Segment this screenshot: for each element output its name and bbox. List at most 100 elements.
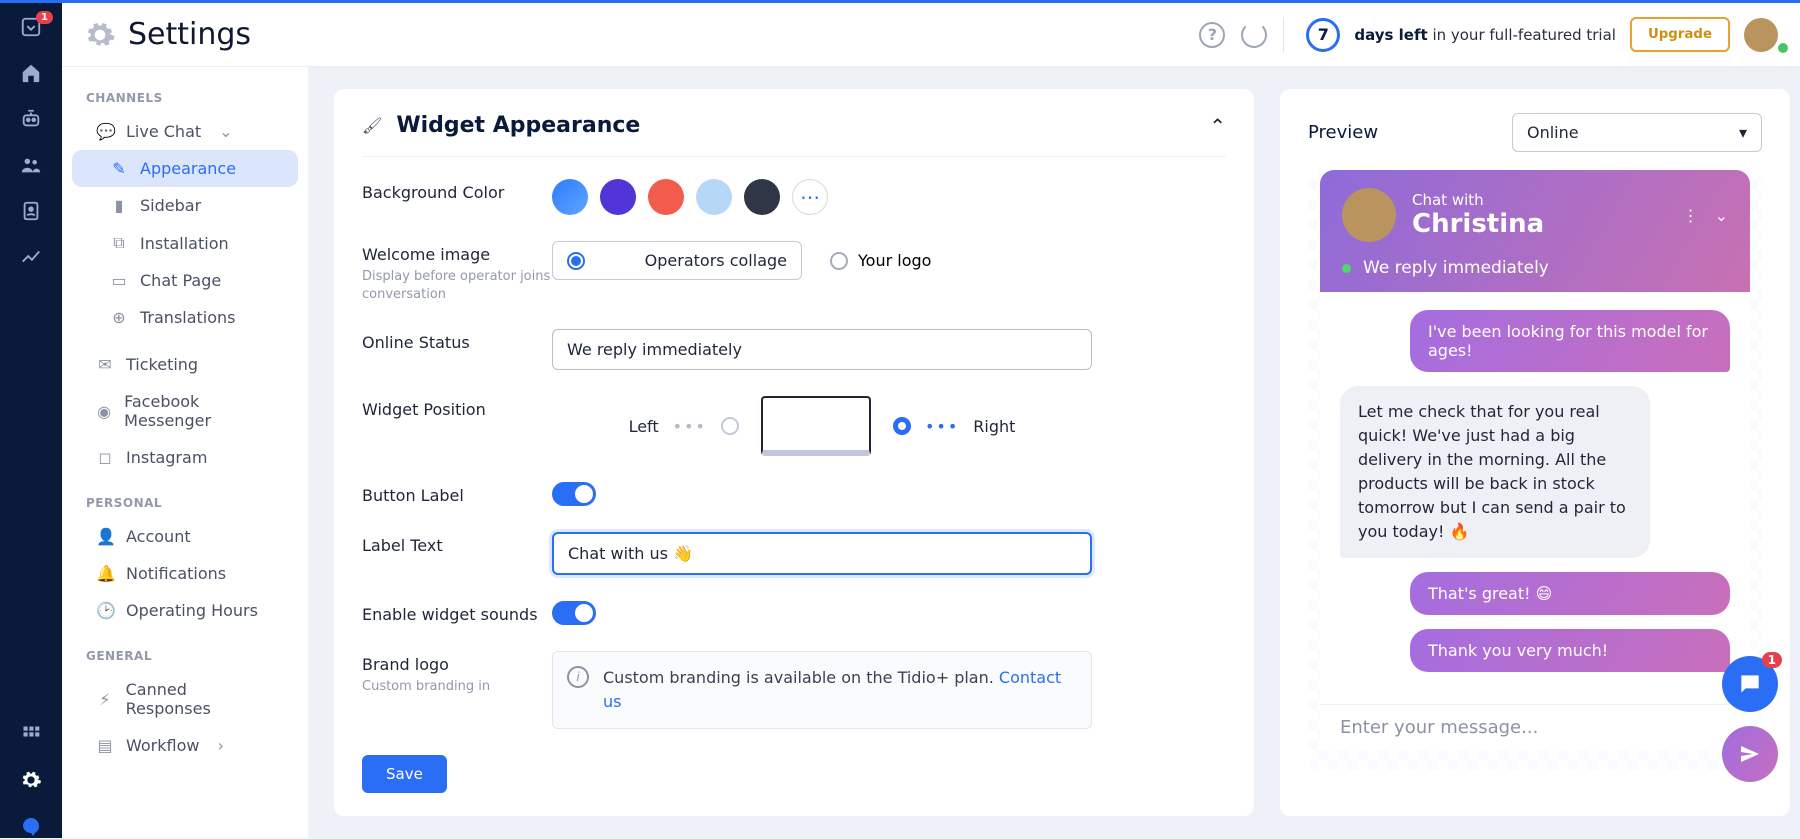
kebab-icon[interactable]: ⋮ (1683, 206, 1699, 225)
brush-icon: 🖌 (362, 116, 382, 135)
floating-send-button[interactable] (1722, 726, 1778, 782)
section-general: GENERAL (62, 649, 308, 663)
chat-widget: Chat with Christina ⋮ ⌄ We reply immedia… (1320, 170, 1750, 750)
apps-icon[interactable] (19, 722, 43, 746)
swatch-more[interactable]: ⋯ (792, 179, 828, 215)
chevron-down-icon: ▾ (1739, 123, 1747, 142)
sidebar-item-facebook[interactable]: ◉Facebook Messenger (72, 383, 298, 439)
help-icon[interactable]: ? (1199, 22, 1225, 48)
swatch-blue[interactable] (552, 179, 588, 215)
brand-icon[interactable] (19, 814, 43, 838)
msg-user-2: That's great! 😄 (1410, 572, 1730, 615)
laptop-icon: ▭ (110, 271, 128, 290)
operator-name: Christina (1412, 209, 1544, 239)
chat-icon: 💬 (96, 122, 114, 141)
analytics-icon[interactable] (19, 245, 43, 269)
mail-icon: ✉ (96, 355, 114, 374)
pos-right-label: Right (973, 417, 1015, 436)
radio-your-logo[interactable]: Your logo (830, 251, 931, 270)
sidebar-item-canned[interactable]: ⚡Canned Responses (72, 671, 298, 727)
sidebar-item-operating-hours[interactable]: 🕑Operating Hours (72, 592, 298, 629)
collapse-icon[interactable]: ⌃ (1209, 114, 1226, 138)
pos-left-radio[interactable] (721, 417, 739, 435)
section-channels: CHANNELS (62, 91, 308, 105)
chat-with-label: Chat with (1412, 191, 1544, 209)
pos-left-label: Left (629, 417, 659, 436)
sidebar-item-instagram[interactable]: ◻Instagram (72, 439, 298, 476)
online-status-input[interactable] (552, 329, 1092, 370)
button-label-label: Button Label (362, 486, 552, 505)
sidebar-item-chat-page[interactable]: ▭Chat Page (72, 262, 298, 299)
instagram-icon: ◻ (96, 448, 114, 467)
page-title: Settings (128, 17, 251, 52)
operator-avatar (1342, 188, 1396, 242)
swatch-red[interactable] (648, 179, 684, 215)
home-icon[interactable] (19, 61, 43, 85)
trial-text: days left in your full-featured trial (1354, 26, 1616, 44)
msg-user-3: Thank you very much! (1410, 629, 1730, 672)
bell-icon: 🔔 (96, 564, 114, 583)
section-personal: PERSONAL (62, 496, 308, 510)
gear-icon (84, 19, 116, 51)
inbox-icon[interactable]: 1 (19, 15, 43, 39)
preview-panel: Preview Online▾ Chat with Christina (1280, 89, 1790, 816)
sounds-toggle[interactable] (552, 601, 596, 625)
nav-rail: 1 (0, 3, 62, 838)
save-button[interactable]: Save (362, 755, 447, 793)
person-icon: 👤 (96, 527, 114, 546)
sidebar-item-sidebar[interactable]: ▮Sidebar (72, 187, 298, 224)
sidebar-item-appearance[interactable]: ✎Appearance (72, 150, 298, 187)
sidebar-item-account[interactable]: 👤Account (72, 518, 298, 555)
upgrade-button[interactable]: Upgrade (1630, 17, 1730, 52)
trial-days: 7 (1306, 18, 1340, 52)
sidebar-item-ticketing[interactable]: ✉Ticketing (72, 346, 298, 383)
status-dot (1342, 264, 1351, 273)
inbox-badge: 1 (36, 11, 53, 24)
pos-right-radio[interactable] (893, 417, 911, 435)
bg-color-label: Background Color (362, 183, 552, 202)
dots-right: ••• (925, 417, 959, 436)
brand-label: Brand logo (362, 655, 552, 674)
floating-chat-button[interactable]: 1 (1722, 656, 1778, 712)
bot-icon[interactable] (19, 107, 43, 131)
swatch-light[interactable] (696, 179, 732, 215)
messenger-icon: ◉ (96, 402, 112, 421)
chevron-down-icon: ⌄ (219, 122, 232, 141)
settings-icon[interactable] (19, 768, 43, 792)
sidebar-item-workflow[interactable]: ▤Workflow› (72, 727, 298, 764)
info-icon: i (567, 666, 589, 688)
link-icon: ⧉ (110, 233, 128, 253)
contacts-icon[interactable] (19, 199, 43, 223)
swatch-indigo[interactable] (600, 179, 636, 215)
loading-icon[interactable] (1241, 22, 1267, 48)
sidebar-item-notifications[interactable]: 🔔Notifications (72, 555, 298, 592)
radio-operators-collage[interactable]: Operators collage (552, 241, 802, 280)
button-label-toggle[interactable] (552, 482, 596, 506)
pencil-icon: ✎ (110, 159, 128, 178)
monitor-graphic (761, 396, 871, 456)
user-avatar[interactable] (1744, 18, 1778, 52)
dots-left: ••• (673, 417, 707, 436)
swatch-dark[interactable] (744, 179, 780, 215)
clock-icon: 🕑 (96, 601, 114, 620)
chat-input-placeholder[interactable]: Enter your message... (1340, 717, 1538, 738)
sidebar-item-installation[interactable]: ⧉Installation (72, 224, 298, 262)
sidebar-item-translations[interactable]: ⊕Translations (72, 299, 298, 336)
topbar: Settings ? 7 days left in your full-feat… (62, 3, 1800, 67)
flow-icon: ▤ (96, 736, 114, 755)
bolt-icon: ⚡ (96, 690, 114, 709)
bookmark-icon: ▮ (110, 196, 128, 215)
brand-help: Custom branding in (362, 678, 552, 696)
sounds-label: Enable widget sounds (362, 605, 552, 624)
label-text-input[interactable] (552, 532, 1092, 575)
msg-operator-1: Let me check that for you real quick! We… (1340, 386, 1650, 558)
welcome-help: Display before operator joins conversati… (362, 268, 552, 303)
preview-status-select[interactable]: Online▾ (1512, 113, 1762, 152)
minimize-icon[interactable]: ⌄ (1715, 206, 1728, 225)
sidebar-item-live-chat[interactable]: 💬Live Chat⌄ (72, 113, 298, 150)
globe-icon: ⊕ (110, 308, 128, 327)
chevron-right-icon: › (217, 736, 223, 755)
msg-user-1: I've been looking for this model for age… (1410, 310, 1730, 372)
people-icon[interactable] (19, 153, 43, 177)
welcome-label: Welcome image (362, 245, 552, 264)
